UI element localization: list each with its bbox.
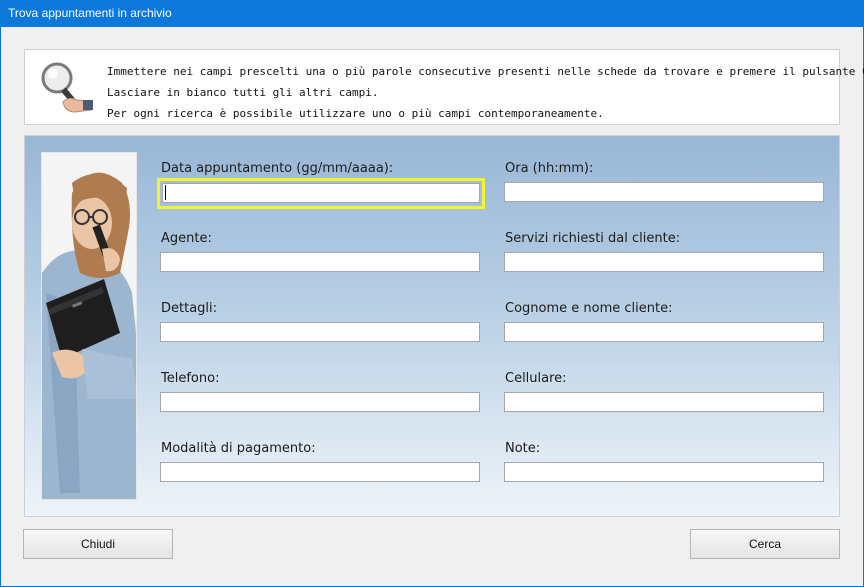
label-dettagli: Dettagli: (161, 301, 218, 316)
dettagli-input[interactable] (160, 322, 480, 342)
info-panel: Immettere nei campi prescelti una o più … (24, 49, 864, 125)
app-window: Trova appuntamenti in archivio Immettere… (0, 0, 864, 587)
search-button[interactable]: Cerca (690, 529, 840, 559)
close-button[interactable]: Chiudi (23, 529, 173, 559)
instruction-line: Immettere nei campi prescelti una o più … (107, 65, 864, 78)
pagamento-input[interactable] (160, 462, 480, 482)
cellulare-input[interactable] (504, 392, 824, 412)
text-caret (165, 185, 166, 200)
instruction-line: Per ogni ricerca è possibile utilizzare … (107, 107, 604, 120)
woman-illustration (42, 153, 136, 499)
instructions-text: Immettere nei campi prescelti una o più … (107, 61, 864, 124)
note-input[interactable] (504, 462, 824, 482)
servizi-input[interactable] (504, 252, 824, 272)
cognome-nome-input[interactable] (504, 322, 824, 342)
ora-input[interactable] (504, 182, 824, 202)
woman-on-phone-photo (41, 152, 137, 500)
dialog-client-area: Immettere nei campi prescelti una o più … (1, 27, 864, 586)
label-note: Note: (505, 441, 541, 456)
label-ora: Ora (hh:mm): (505, 161, 594, 176)
label-agente: Agente: (161, 231, 212, 246)
telefono-input[interactable] (160, 392, 480, 412)
search-form-panel: Data appuntamento (gg/mm/aaaa): Ora (hh:… (24, 135, 840, 517)
label-cellulare: Cellulare: (505, 371, 567, 386)
magnifier-icon (41, 62, 93, 113)
label-telefono: Telefono: (161, 371, 220, 386)
data-appuntamento-input[interactable] (162, 183, 480, 203)
label-data-appuntamento: Data appuntamento (gg/mm/aaaa): (161, 161, 394, 176)
label-pagamento: Modalità di pagamento: (161, 441, 316, 456)
agente-input[interactable] (160, 252, 480, 272)
window-title: Trova appuntamenti in archivio (0, 0, 864, 27)
label-cognome-nome: Cognome e nome cliente: (505, 301, 673, 316)
label-servizi: Servizi richiesti dal cliente: (505, 231, 681, 246)
instruction-line: Lasciare in bianco tutti gli altri campi… (107, 86, 379, 99)
